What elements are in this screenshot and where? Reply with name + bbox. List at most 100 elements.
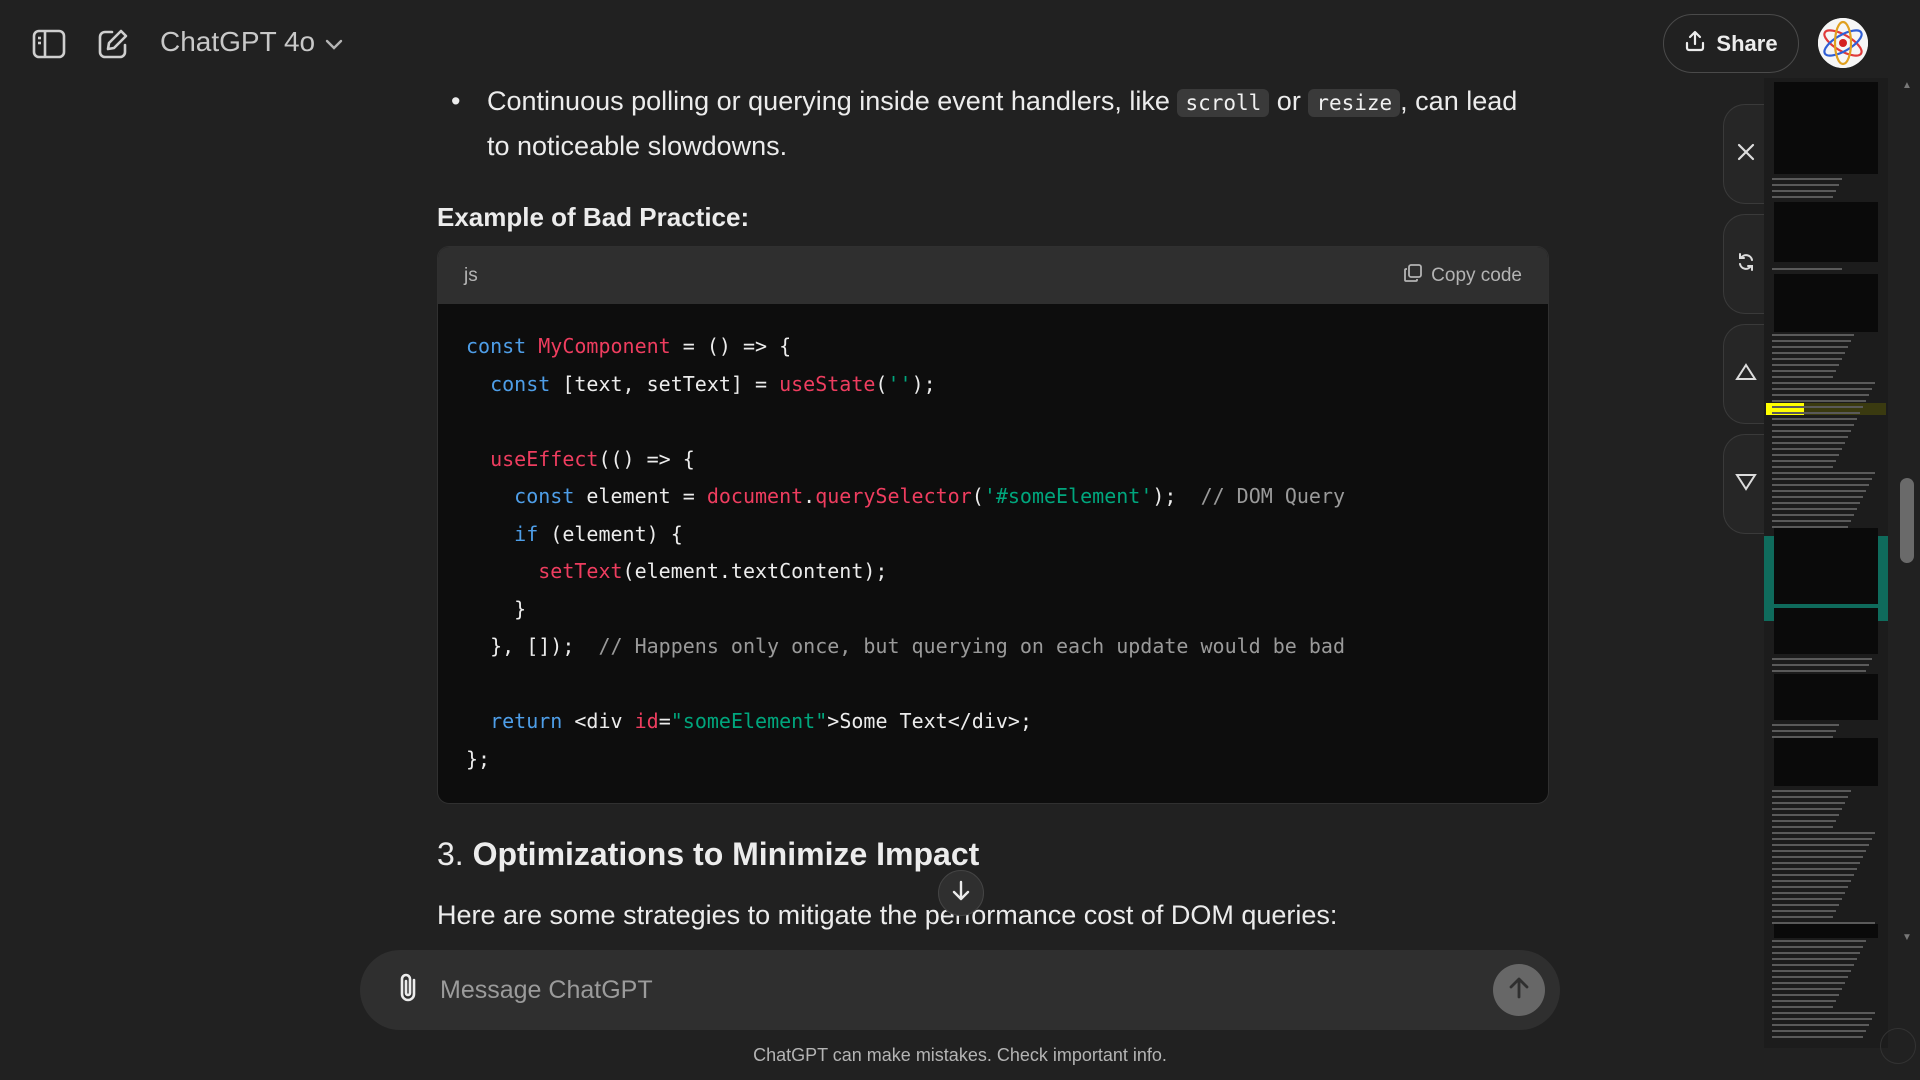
code-token: ( xyxy=(875,371,888,396)
minimap-text-line xyxy=(1772,796,1848,798)
code-token: (() => { xyxy=(598,446,695,471)
minimap-text-line xyxy=(1772,850,1866,852)
paperclip-icon xyxy=(395,971,421,1010)
message-input[interactable] xyxy=(440,970,1440,1010)
minimap-text-line xyxy=(1772,736,1833,738)
scrollbar-down-arrow[interactable]: ▼ xyxy=(1902,932,1912,943)
minimap-text-line xyxy=(1772,880,1851,882)
new-chat-icon[interactable] xyxy=(93,24,133,64)
copy-code-label: Copy code xyxy=(1431,264,1522,286)
code-token: // Happens only once, but querying on ea… xyxy=(598,634,1345,658)
minimap-code-block xyxy=(1774,202,1878,262)
bullet-paragraph: Continuous polling or querying inside ev… xyxy=(487,86,1518,161)
minimap-text-line xyxy=(1772,982,1845,984)
arrow-up-icon xyxy=(1508,976,1530,1005)
code-token: const xyxy=(490,371,551,396)
message-composer xyxy=(360,950,1560,1030)
minimap-text-line xyxy=(1772,814,1839,816)
minimap-text-line xyxy=(1772,370,1836,372)
code-token: '' xyxy=(887,371,912,396)
scroll-to-bottom-button[interactable] xyxy=(938,870,984,916)
inline-code-resize: resize xyxy=(1308,89,1401,117)
code-line: const MyComponent = () => { xyxy=(466,328,1520,366)
code-token: document xyxy=(706,484,804,508)
minimap-text-line xyxy=(1772,502,1860,504)
minimap-text-line xyxy=(1772,436,1848,438)
model-selector[interactable]: ChatGPT 4o xyxy=(160,26,343,58)
triangle-up-icon xyxy=(1734,362,1757,387)
code-token: >Some Text</div>; xyxy=(827,709,1032,733)
minimap-text-line xyxy=(1772,940,1866,942)
code-token: MyComponent xyxy=(538,334,671,358)
code-token: const xyxy=(514,484,575,508)
code-line: return <div id="someElement">Some Text</… xyxy=(466,703,1520,741)
share-button[interactable]: Share xyxy=(1663,14,1799,73)
minimap-text-line xyxy=(1772,382,1875,384)
minimap-code-block xyxy=(1774,608,1878,654)
minimap-text-line xyxy=(1772,952,1860,954)
minimap-text-line xyxy=(1772,958,1857,960)
minimap-text-line xyxy=(1772,418,1857,420)
code-line: useEffect(() => { xyxy=(466,441,1520,479)
minimap-text-line xyxy=(1772,430,1851,432)
code-token: (element.textContent); xyxy=(622,559,888,583)
minimap-text-line xyxy=(1772,340,1851,342)
minimap-text-line xyxy=(1772,1018,1872,1020)
minimap-text-line xyxy=(1772,670,1866,672)
minimap-text-line xyxy=(1772,886,1848,888)
sidebar-toggle-icon[interactable] xyxy=(29,24,69,64)
minimap-text-line xyxy=(1772,838,1872,840)
scrollbar-up-arrow[interactable]: ▲ xyxy=(1902,80,1912,91)
previous-highlight-button[interactable] xyxy=(1723,324,1767,424)
code-token: (element) { xyxy=(538,521,683,546)
inline-code-scroll: scroll xyxy=(1177,89,1270,117)
minimap-text-line xyxy=(1772,970,1851,972)
code-token: const xyxy=(466,334,539,358)
top-bar: ChatGPT 4o Share xyxy=(0,0,1920,88)
code-token: '#someElement' xyxy=(983,484,1153,508)
minimap-text-line xyxy=(1772,448,1842,450)
minimap-text-line xyxy=(1772,1012,1875,1014)
code-token: } xyxy=(466,596,527,621)
example-subheading: Example of Bad Practice: xyxy=(437,202,750,232)
minimap-text-line xyxy=(1772,994,1839,996)
close-minimap-button[interactable] xyxy=(1723,104,1767,204)
model-label: ChatGPT 4o xyxy=(160,26,316,57)
minimap-text-line xyxy=(1772,400,1866,402)
refresh-minimap-button[interactable] xyxy=(1723,214,1767,314)
scrollbar-thumb[interactable] xyxy=(1900,478,1914,563)
minimap-text-line xyxy=(1772,184,1839,186)
next-highlight-button[interactable] xyxy=(1723,434,1767,534)
code-line: setText(element.textContent); xyxy=(466,553,1520,591)
minimap-text-line xyxy=(1772,964,1854,966)
close-icon xyxy=(1736,142,1756,167)
attach-button[interactable] xyxy=(388,970,428,1010)
minimap-code-block xyxy=(1774,738,1878,786)
minimap-text-line xyxy=(1772,862,1860,864)
minimap-code-block xyxy=(1774,674,1878,720)
send-button[interactable] xyxy=(1493,964,1545,1016)
minimap-text-line xyxy=(1772,358,1842,360)
minimap-code-block xyxy=(1774,82,1878,174)
minimap-text-line xyxy=(1772,832,1875,834)
code-line: const element = document.querySelector('… xyxy=(466,478,1520,516)
conversation-minimap[interactable] xyxy=(1764,78,1888,1048)
minimap-text-line xyxy=(1772,826,1833,828)
minimap-text-line xyxy=(1772,724,1839,726)
copy-code-button[interactable]: Copy code xyxy=(1403,263,1522,289)
minimap-text-line xyxy=(1772,790,1851,792)
code-language-label: js xyxy=(464,264,478,286)
code-token: setText xyxy=(538,559,623,583)
help-button[interactable] xyxy=(1880,1028,1916,1064)
section-title: Optimizations to Minimize Impact xyxy=(472,836,980,872)
code-token: ( xyxy=(971,484,984,508)
avatar[interactable] xyxy=(1818,18,1868,68)
minimap-text-line xyxy=(1772,514,1854,516)
code-token: ); xyxy=(1152,484,1201,508)
minimap-text-line xyxy=(1772,268,1842,270)
minimap-text-line xyxy=(1772,352,1845,354)
